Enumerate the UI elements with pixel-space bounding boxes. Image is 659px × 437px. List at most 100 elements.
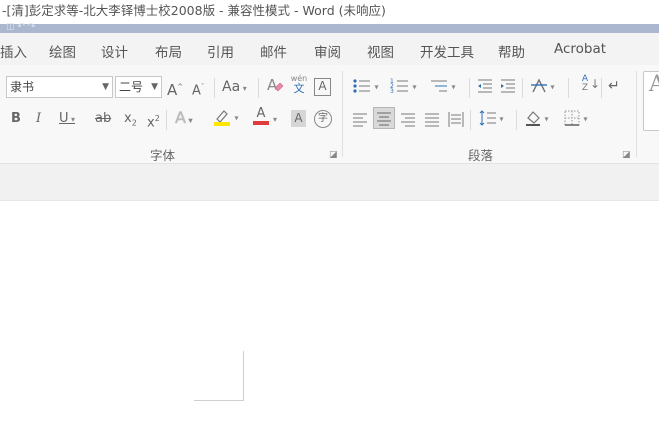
font-size-value: 二号 xyxy=(119,80,144,94)
borders-button[interactable]: ▾ xyxy=(563,109,588,129)
phonetic-guide-button[interactable]: wén 文 xyxy=(290,74,308,94)
svg-text:A: A xyxy=(267,76,278,94)
tab-acrobat[interactable]: Acrobat xyxy=(554,41,606,57)
separator xyxy=(166,110,167,130)
ribbon-tabs: 插入 绘图 设计 布局 引用 邮件 审阅 视图 开发工具 帮助 Acrobat xyxy=(0,33,659,65)
underline-button[interactable]: U ▾ xyxy=(59,110,75,129)
paragraph-group-label: 段落 xyxy=(468,148,494,163)
decrease-indent-icon xyxy=(478,79,492,93)
font-group-label: 字体 xyxy=(150,148,176,163)
font-color-swatch xyxy=(253,121,269,125)
grow-font-button[interactable]: A^ xyxy=(167,78,183,99)
chinese-layout-button[interactable]: ▾ xyxy=(530,77,555,97)
tab-layout[interactable]: 布局 xyxy=(155,41,182,61)
subscript-mark: 2 xyxy=(131,118,137,128)
highlight-button[interactable]: ▾ xyxy=(212,107,239,128)
group-separator xyxy=(636,71,637,157)
clear-formatting-icon: A xyxy=(267,76,284,94)
align-center-button[interactable] xyxy=(373,107,395,129)
line-spacing-icon xyxy=(479,110,496,126)
shrink-font-icon: A xyxy=(192,83,201,99)
distributed-button[interactable] xyxy=(448,110,464,128)
subscript-icon: x xyxy=(124,111,132,126)
separator xyxy=(258,78,259,98)
strikethrough-icon: ab xyxy=(95,111,112,126)
styles-gallery[interactable]: A xyxy=(643,71,659,131)
separator xyxy=(214,78,215,98)
separator xyxy=(522,78,523,98)
font-color-icon: A xyxy=(256,106,266,121)
character-border-button[interactable]: A xyxy=(314,78,331,96)
grow-font-icon: A xyxy=(167,81,178,99)
quick-access-strip: ◫ ↶ ↷ xyxy=(0,22,659,33)
multilevel-list-icon xyxy=(431,80,447,92)
shrink-font-button[interactable]: Aˇ xyxy=(192,78,204,100)
paragraph-mark-icon: ↵ xyxy=(608,78,620,94)
tab-developer[interactable]: 开发工具 xyxy=(420,41,474,61)
tab-mailings[interactable]: 邮件 xyxy=(260,41,287,61)
superscript-icon: x xyxy=(147,115,155,131)
phonetic-bottom: 文 xyxy=(293,82,305,95)
chevron-down-icon: ▼ xyxy=(102,82,109,92)
styles-preview: A xyxy=(649,72,659,97)
enclose-characters-button[interactable]: 字 xyxy=(314,110,332,128)
align-right-icon xyxy=(401,113,415,126)
bold-icon: B xyxy=(11,111,21,126)
clear-formatting-button[interactable]: A xyxy=(266,76,284,95)
window-title: -[清]彭定求等-北大李铎博士校2008版 - 兼容性模式 - Word (未响… xyxy=(2,3,386,18)
sort-arrow-icon: ↓ xyxy=(590,77,601,91)
multilevel-list-button[interactable]: ▾ xyxy=(429,77,456,97)
page-crop-mark xyxy=(194,400,244,401)
font-name-value: 隶书 xyxy=(10,80,35,94)
bold-button[interactable]: B xyxy=(11,110,21,128)
increase-indent-button[interactable] xyxy=(499,77,517,96)
tab-draw[interactable]: 绘图 xyxy=(49,41,76,61)
show-formatting-marks-button[interactable]: ↵ xyxy=(608,77,620,95)
change-case-button[interactable]: Aa ▾ xyxy=(222,78,247,98)
numbered-list-icon: 123 xyxy=(390,78,408,95)
tab-help[interactable]: 帮助 xyxy=(498,41,525,61)
document-canvas[interactable] xyxy=(0,201,659,437)
italic-button[interactable]: I xyxy=(36,110,41,128)
text-effects-icon: A xyxy=(175,108,186,127)
highlighter-icon xyxy=(214,110,230,126)
separator xyxy=(516,110,517,130)
bullets-button[interactable]: ▾ xyxy=(352,77,379,97)
font-color-button[interactable]: A xyxy=(251,107,271,125)
group-separator xyxy=(342,71,343,157)
line-spacing-button[interactable]: ▾ xyxy=(479,109,504,129)
svg-text:3: 3 xyxy=(390,88,394,95)
tab-review[interactable]: 审阅 xyxy=(314,41,341,61)
change-case-icon: Aa xyxy=(222,79,241,95)
quick-access-ghost-icon: ◫ ↶ ↷ xyxy=(6,22,36,32)
font-size-combo[interactable]: 二号 ▼ xyxy=(115,76,162,98)
tab-design[interactable]: 设计 xyxy=(101,41,128,61)
numbering-button[interactable]: 123 ▾ xyxy=(390,77,417,97)
enclose-characters-icon: 字 xyxy=(318,113,328,124)
separator xyxy=(568,78,569,98)
font-dialog-launcher-icon[interactable]: ◪ xyxy=(329,150,338,160)
shading-button[interactable]: ▾ xyxy=(524,109,549,129)
tab-view[interactable]: 视图 xyxy=(367,41,394,61)
justify-button[interactable] xyxy=(424,110,440,128)
align-right-button[interactable] xyxy=(400,110,416,128)
font-name-combo[interactable]: 隶书 ▼ xyxy=(6,76,113,98)
align-left-button[interactable] xyxy=(352,110,368,128)
paint-bucket-icon xyxy=(526,111,540,126)
separator xyxy=(469,78,470,98)
font-color-dropdown[interactable]: ▾ xyxy=(273,111,277,129)
chinese-layout-icon xyxy=(531,78,547,93)
ribbon-home: 隶书 ▼ 二号 ▼ A^ Aˇ Aa ▾ A wén 文 A B I U ▾ a… xyxy=(0,65,659,164)
paragraph-dialog-launcher-icon[interactable]: ◪ xyxy=(622,150,631,160)
decrease-indent-button[interactable] xyxy=(476,77,494,96)
separator xyxy=(601,78,602,98)
subscript-button[interactable]: x2 xyxy=(124,110,137,133)
bullet-list-icon xyxy=(353,79,370,93)
tab-insert[interactable]: 插入 xyxy=(0,41,27,61)
character-shading-button[interactable]: A xyxy=(291,110,306,127)
superscript-button[interactable]: x2 xyxy=(147,110,160,132)
text-effects-button[interactable]: A ▾ xyxy=(175,109,193,130)
strikethrough-button[interactable]: ab xyxy=(95,110,111,128)
character-border-icon: A xyxy=(318,79,327,93)
tab-references[interactable]: 引用 xyxy=(207,41,234,61)
